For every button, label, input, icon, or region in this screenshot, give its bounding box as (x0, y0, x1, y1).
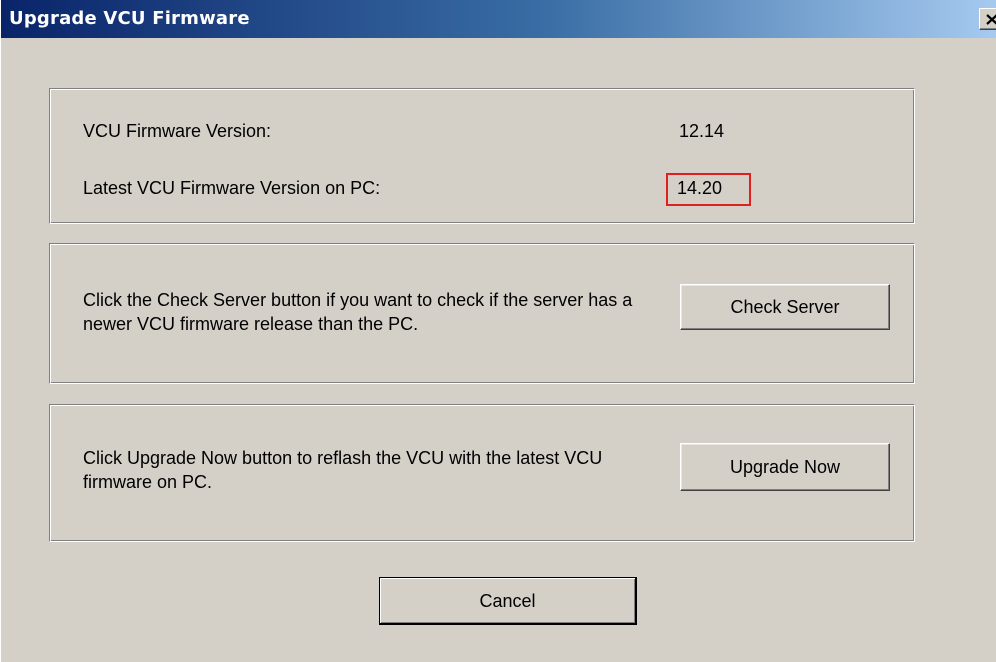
upgrade-description: Click Upgrade Now button to reflash the … (83, 448, 603, 492)
cancel-button[interactable]: Cancel (379, 577, 637, 625)
check-server-description: Click the Check Server button if you wan… (83, 290, 633, 334)
check-server-group: Click the Check Server button if you wan… (49, 243, 915, 384)
check-server-button[interactable]: Check Server (680, 284, 890, 330)
latest-version-label: Latest VCU Firmware Version on PC: (83, 178, 381, 198)
close-icon (986, 14, 996, 25)
firmware-version-group: VCU Firmware Version: 12.14 Latest VCU F… (49, 88, 915, 224)
upgrade-now-button[interactable]: Upgrade Now (680, 443, 890, 491)
current-version-label: VCU Firmware Version: (83, 121, 272, 141)
upgrade-now-group: Click Upgrade Now button to reflash the … (49, 404, 915, 542)
window-title: Upgrade VCU Firmware (9, 8, 250, 29)
upgrade-firmware-dialog: Upgrade VCU Firmware VCU Firmware Versio… (0, 0, 996, 662)
latest-version-value: 14.20 (677, 178, 723, 198)
close-button[interactable] (979, 8, 996, 30)
current-version-value: 12.14 (679, 121, 725, 141)
title-bar[interactable]: Upgrade VCU Firmware (1, 0, 996, 38)
